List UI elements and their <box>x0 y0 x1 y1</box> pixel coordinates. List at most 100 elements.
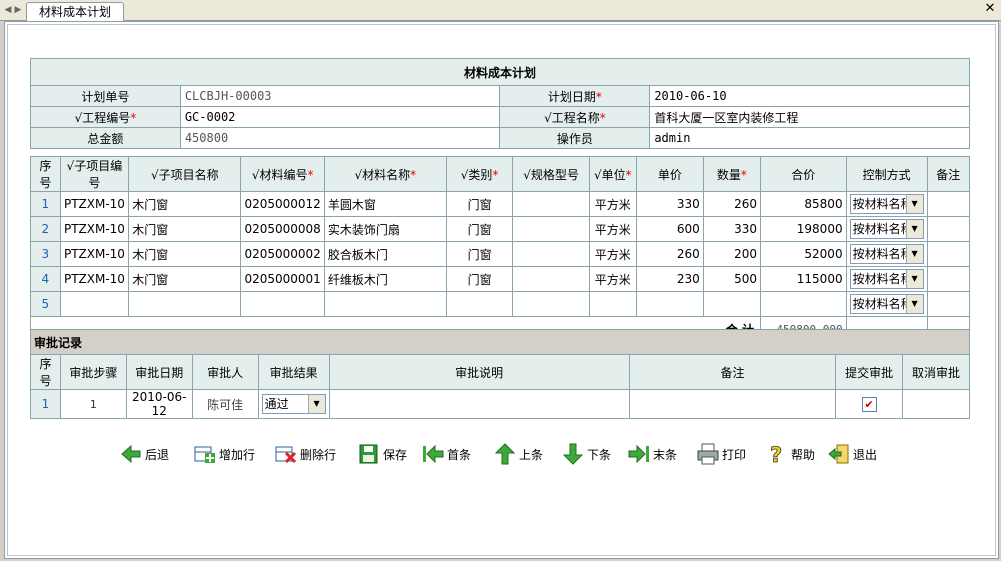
row-seq[interactable]: 5 <box>30 291 61 317</box>
dropdown-arrow-icon[interactable]: ▼ <box>905 245 923 263</box>
row-seq[interactable]: 4 <box>30 266 61 292</box>
col-mat-name[interactable]: √材料名称* <box>323 156 447 192</box>
cell-type[interactable]: 门窗 <box>445 216 514 242</box>
cell-type[interactable]: 门窗 <box>445 241 514 267</box>
col-sub-name[interactable]: √子项目名称 <box>128 156 242 192</box>
cell-spec[interactable] <box>512 216 590 242</box>
cell-sub-code[interactable]: PTZXM-10 <box>59 241 130 267</box>
prev-button[interactable]: 上条 <box>494 442 543 466</box>
row-seq[interactable]: 3 <box>30 241 61 267</box>
next-button[interactable]: 下条 <box>562 442 611 466</box>
help-button[interactable]: ? 帮助 <box>766 442 815 466</box>
cell-mat-name[interactable]: 胶合板木门 <box>323 241 447 267</box>
plan-date-field[interactable]: 2010-06-10 <box>649 85 970 107</box>
cell-price[interactable]: 230 <box>635 266 704 292</box>
cancel-approval-cell[interactable] <box>902 389 970 419</box>
cell-spec[interactable] <box>512 291 590 317</box>
total-label: 总金额 <box>30 127 181 149</box>
cell-spec[interactable] <box>512 191 590 217</box>
approval-desc[interactable] <box>328 389 630 419</box>
cell-remark[interactable] <box>926 241 971 267</box>
cell-unit[interactable]: 平方米 <box>588 241 637 267</box>
dropdown-arrow-icon[interactable]: ▼ <box>905 295 923 313</box>
scroll-right-icon[interactable]: ▶ <box>12 3 24 17</box>
cell-remark[interactable] <box>926 266 971 292</box>
close-icon[interactable]: ✕ <box>983 2 997 16</box>
cell-mat-name[interactable]: 实木装饰门扇 <box>323 216 447 242</box>
cell-price[interactable] <box>635 291 704 317</box>
cell-sub-name[interactable]: 木门窗 <box>128 216 242 242</box>
cell-sub-name[interactable]: 木门窗 <box>128 241 242 267</box>
cell-sub-code[interactable]: PTZXM-10 <box>59 216 130 242</box>
project-name-field[interactable]: 首科大厦一区室内装修工程 <box>649 106 970 128</box>
dropdown-arrow-icon[interactable]: ▼ <box>307 395 325 413</box>
cell-qty[interactable]: 200 <box>702 241 761 267</box>
col-spec[interactable]: √规格型号 <box>512 156 590 192</box>
add-row-button[interactable]: 增加行 <box>194 442 255 466</box>
cell-mat-name[interactable]: 羊圆木窗 <box>323 191 447 217</box>
cell-unit[interactable] <box>588 291 637 317</box>
cell-sub-code[interactable]: PTZXM-10 <box>59 266 130 292</box>
cell-sub-name[interactable]: 木门窗 <box>128 191 242 217</box>
cell-mat-code[interactable]: 0205000012 <box>240 191 325 217</box>
back-button[interactable]: 后退 <box>120 442 169 466</box>
plan-no-field[interactable]: CLCBJH-00003 <box>179 85 501 107</box>
cell-price[interactable]: 260 <box>635 241 704 267</box>
cell-mat-name[interactable]: 纤维板木门 <box>323 266 447 292</box>
project-code-label[interactable]: √工程编号* <box>30 106 181 128</box>
cell-sub-name[interactable]: 木门窗 <box>128 266 242 292</box>
project-code-field[interactable]: GC-0002 <box>179 106 501 128</box>
cell-mat-code[interactable] <box>240 291 325 317</box>
cell-remark[interactable] <box>926 216 971 242</box>
col-unit[interactable]: √单位* <box>588 156 637 192</box>
cell-mat-code[interactable]: 0205000008 <box>240 216 325 242</box>
col-mat-code[interactable]: √材料编号* <box>240 156 325 192</box>
cell-unit[interactable]: 平方米 <box>588 191 637 217</box>
col-type[interactable]: √类别* <box>445 156 514 192</box>
cell-remark[interactable] <box>926 291 971 317</box>
delete-row-button[interactable]: 删除行 <box>275 442 336 466</box>
save-button[interactable]: 保存 <box>358 442 407 466</box>
row-seq[interactable]: 2 <box>30 216 61 242</box>
approval-row-seq[interactable]: 1 <box>30 389 61 419</box>
cell-type[interactable]: 门窗 <box>445 266 514 292</box>
cell-qty[interactable]: 260 <box>702 191 761 217</box>
dropdown-arrow-icon[interactable]: ▼ <box>905 195 923 213</box>
approval-result-select[interactable]: 通过 ▼ <box>261 394 326 414</box>
dropdown-arrow-icon[interactable]: ▼ <box>905 270 923 288</box>
tab-material-cost-plan[interactable]: 材料成本计划 <box>26 2 125 21</box>
cell-price[interactable]: 600 <box>635 216 704 242</box>
cell-qty[interactable] <box>702 291 761 317</box>
cell-remark[interactable] <box>926 191 971 217</box>
control-select[interactable]: 按材料名称 ▼ <box>849 294 924 314</box>
cell-type[interactable] <box>445 291 514 317</box>
row-seq[interactable]: 1 <box>30 191 61 217</box>
col-sub-code[interactable]: √子项目编号 <box>59 156 130 192</box>
cell-unit[interactable]: 平方米 <box>588 216 637 242</box>
exit-button[interactable]: 退出 <box>828 442 877 466</box>
cell-qty[interactable]: 500 <box>702 266 761 292</box>
dropdown-arrow-icon[interactable]: ▼ <box>905 220 923 238</box>
project-name-label[interactable]: √工程名称* <box>499 106 651 128</box>
cell-spec[interactable] <box>512 266 590 292</box>
print-button[interactable]: 打印 <box>697 442 746 466</box>
cell-mat-name[interactable] <box>323 291 447 317</box>
first-button[interactable]: 首条 <box>422 442 471 466</box>
last-button[interactable]: 末条 <box>628 442 677 466</box>
cell-qty[interactable]: 330 <box>702 216 761 242</box>
approval-remark[interactable] <box>628 389 837 419</box>
control-select[interactable]: 按材料名称 ▼ <box>849 269 924 289</box>
cell-unit[interactable]: 平方米 <box>588 266 637 292</box>
cell-sub-code[interactable]: PTZXM-10 <box>59 191 130 217</box>
control-select[interactable]: 按材料名称 ▼ <box>849 244 924 264</box>
cell-sub-code[interactable] <box>59 291 130 317</box>
cell-mat-code[interactable]: 0205000002 <box>240 241 325 267</box>
cell-price[interactable]: 330 <box>635 191 704 217</box>
submit-approval-checkbox[interactable]: ✔ <box>861 396 877 412</box>
control-select[interactable]: 按材料名称 ▼ <box>849 219 924 239</box>
cell-sub-name[interactable] <box>128 291 242 317</box>
cell-type[interactable]: 门窗 <box>445 191 514 217</box>
cell-spec[interactable] <box>512 241 590 267</box>
cell-mat-code[interactable]: 0205000001 <box>240 266 325 292</box>
control-select[interactable]: 按材料名称 ▼ <box>849 194 924 214</box>
